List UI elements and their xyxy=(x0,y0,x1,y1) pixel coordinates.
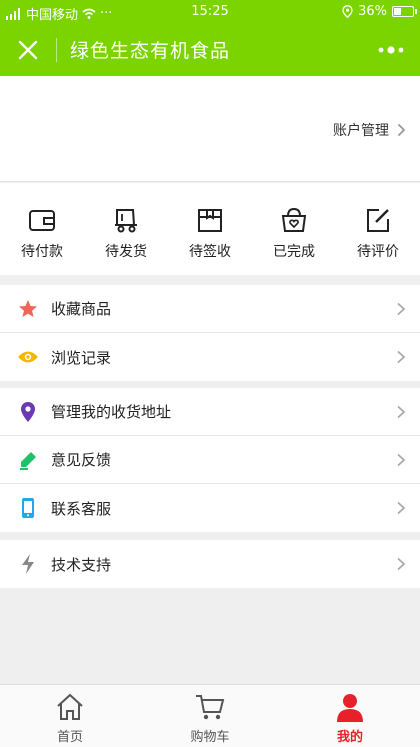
wallet-icon xyxy=(29,210,55,231)
order-label: 待评价 xyxy=(357,244,399,260)
menu-item-customer-service[interactable]: 联系客服 xyxy=(0,484,420,532)
navbar: 绿色生态有机食品 xyxy=(0,24,420,76)
star-icon xyxy=(19,299,37,317)
truck-icon xyxy=(115,209,137,233)
account-manage-label: 账户管理 xyxy=(333,123,389,139)
order-label: 待付款 xyxy=(21,244,63,260)
menu-item-label: 浏览记录 xyxy=(51,348,112,367)
battery-percent: 36% xyxy=(358,4,387,19)
tab-label: 首页 xyxy=(56,730,83,745)
menu-item-tech-support[interactable]: 技术支持 xyxy=(0,540,420,588)
chevron-right-icon xyxy=(397,302,406,316)
more-icon[interactable] xyxy=(376,40,406,60)
chevron-right-icon xyxy=(397,350,406,364)
edit-icon xyxy=(367,209,389,232)
order-status-bar: 待付款 待发货 待签收 已完成 待评价 xyxy=(0,183,420,275)
menu-group-services: 管理我的收货地址 意见反馈 联系客服 xyxy=(0,388,420,532)
order-pending-shipment[interactable]: 待发货 xyxy=(84,183,168,275)
tab-label: 我的 xyxy=(336,730,363,745)
package-icon xyxy=(198,209,222,232)
phone-icon xyxy=(22,498,34,518)
user-icon xyxy=(337,694,363,722)
menu-item-label: 管理我的收货地址 xyxy=(51,403,172,421)
order-pending-review[interactable]: 待评价 xyxy=(336,183,420,275)
chevron-right-icon xyxy=(397,405,406,419)
menu-group-favorites: 收藏商品 浏览记录 xyxy=(0,285,420,381)
tab-label: 购物车 xyxy=(190,730,230,745)
home-icon xyxy=(57,693,83,720)
order-label: 待签收 xyxy=(189,244,231,260)
chevron-right-icon xyxy=(397,557,406,571)
tab-cart[interactable]: 购物车 xyxy=(140,685,280,747)
menu-item-label: 收藏商品 xyxy=(51,300,112,318)
location-status-icon xyxy=(342,5,353,18)
order-label: 已完成 xyxy=(273,244,315,260)
menu-item-favorites[interactable]: 收藏商品 xyxy=(0,285,420,333)
order-completed[interactable]: 已完成 xyxy=(252,183,336,275)
basket-heart-icon xyxy=(281,207,307,232)
menu-item-label: 意见反馈 xyxy=(51,451,112,469)
profile-header: 账户管理 xyxy=(0,76,420,182)
tab-home[interactable]: 首页 xyxy=(0,685,140,747)
status-bar: 中国移动 ··· 15:25 36% xyxy=(0,0,420,24)
account-manage-link[interactable]: 账户管理 xyxy=(333,120,406,140)
location-icon xyxy=(21,401,35,422)
menu-item-label: 联系客服 xyxy=(51,499,112,518)
chevron-right-icon xyxy=(397,501,406,515)
menu-item-label: 技术支持 xyxy=(51,555,112,574)
pencil-icon xyxy=(20,451,36,470)
close-icon[interactable] xyxy=(14,36,42,64)
order-pending-payment[interactable]: 待付款 xyxy=(0,183,84,275)
menu-item-history[interactable]: 浏览记录 xyxy=(0,333,420,381)
eye-icon xyxy=(18,351,38,363)
menu-item-feedback[interactable]: 意见反馈 xyxy=(0,436,420,484)
page-title: 绿色生态有机食品 xyxy=(70,40,231,62)
bottom-tab-bar: 首页 购物车 我的 xyxy=(0,684,420,747)
chevron-right-icon xyxy=(397,453,406,467)
tab-mine[interactable]: 我的 xyxy=(280,685,420,747)
order-label: 待发货 xyxy=(105,244,147,260)
cart-icon xyxy=(196,695,225,720)
lightning-icon xyxy=(22,554,34,574)
menu-item-address[interactable]: 管理我的收货地址 xyxy=(0,388,420,436)
chevron-right-icon xyxy=(397,123,406,137)
navbar-divider xyxy=(56,38,57,62)
battery-icon xyxy=(392,6,417,17)
order-pending-receipt[interactable]: 待签收 xyxy=(168,183,252,275)
menu-group-support: 技术支持 xyxy=(0,540,420,588)
